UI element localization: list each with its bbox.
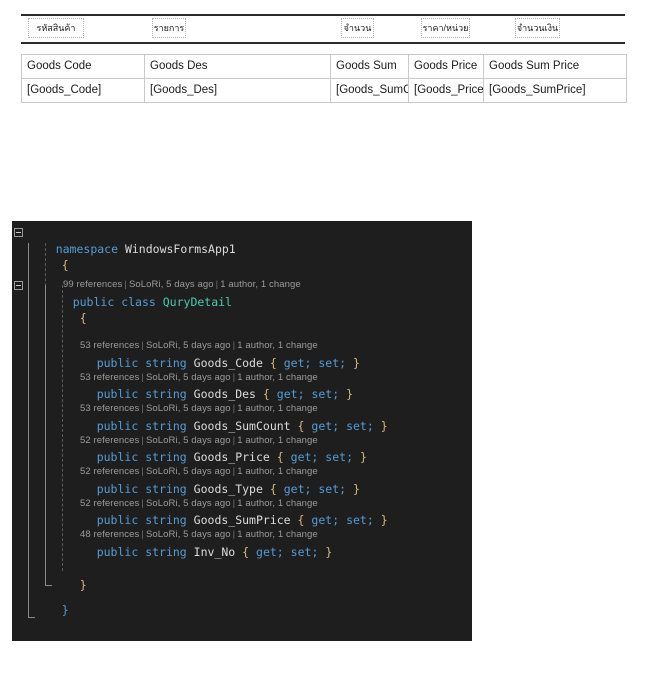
code-token-property-name: Inv_No [193,544,236,559]
code-token-namespace-close-brace: } [61,602,69,617]
table-cell-goods-price[interactable]: [Goods_Price] [408,78,484,103]
code-line-property-goods-sumprice[interactable]: public string Goods_SumPrice { get; set;… [12,496,472,527]
code-line-property-goods-code[interactable]: public string Goods_Code { get; set; } [12,338,472,370]
report-header-band: รหัสสินค้า รายการ จำนวน ราคา/หน่วย จำนวน… [21,14,625,44]
report-field-goods-code[interactable]: รหัสสินค้า [28,18,84,38]
codelens-property-goods-price[interactable]: 52 references | SoLoRi, 5 days ago | 1 autho… [12,418,472,446]
code-token-set: set; [290,544,319,559]
code-line-property-goods-des[interactable]: public string Goods_Des { get; set; } [12,370,472,401]
code-line-namespace-open[interactable]: { [12,241,472,272]
code-token-get: get; [256,544,284,559]
code-token-type: string [145,544,187,559]
table-cell-goods-sum[interactable]: [Goods_SumCount] [330,78,409,103]
fold-minus-icon-namespace[interactable] [14,228,23,237]
code-line-property-goods-sumcount[interactable]: public string Goods_SumCount { get; set;… [12,401,472,433]
table-header-goods-sum-price[interactable]: Goods Sum Price [483,54,627,79]
code-line-class-close[interactable]: } [12,561,472,592]
code-line-property-inv-no[interactable]: public string Inv_No { get; set; } [12,527,472,559]
report-field-description[interactable]: รายการ [152,18,186,38]
preview-data-table: Goods Code Goods Des Goods Sum Goods Pri… [21,54,627,103]
report-field-quantity[interactable]: จำนวน [341,18,374,38]
report-field-unit-price[interactable]: ราคา/หน่วย [421,18,470,38]
code-line-namespace[interactable]: namespace WindowsFormsApp1 [12,224,472,256]
table-row-fields: [Goods_Code] [Goods_Des] [Goods_SumCount… [21,78,627,103]
code-line-class-open[interactable]: { [12,294,472,325]
codelens-property-goods-des[interactable]: 53 references | SoLoRi, 5 days ago | 1 autho… [12,355,472,383]
code-token-accessor-close: } [325,544,333,559]
table-header-goods-sum[interactable]: Goods Sum [330,54,409,79]
report-field-amount[interactable]: จำนวนเงิน [515,18,560,38]
code-line-class-decl[interactable]: public class QuryDetail [12,277,472,309]
band-rule-top [21,14,625,16]
table-row-header: Goods Code Goods Des Goods Sum Goods Pri… [21,54,627,79]
code-line-property-goods-type[interactable]: public string Goods_Type { get; set; } [12,464,472,496]
table-cell-goods-code[interactable]: [Goods_Code] [21,78,145,103]
codelens-property-goods-sumcount[interactable]: 53 references | SoLoRi, 5 days ago | 1 autho… [12,386,472,414]
codelens-class[interactable]: 99 references | SoLoRi, 5 days ago | 1 autho… [12,262,472,290]
code-token-modifier: public [96,544,139,559]
code-editor-panel[interactable]: namespace WindowsFormsApp1 { 99 referenc… [12,221,472,641]
codelens-property-goods-type[interactable]: 52 references | SoLoRi, 5 days ago | 1 autho… [12,449,472,477]
table-cell-goods-sum-price[interactable]: [Goods_SumPrice] [483,78,627,103]
fold-minus-icon-class[interactable] [14,281,23,290]
codelens-property-inv-no[interactable]: 48 references | SoLoRi, 5 days ago | 1 autho… [12,512,472,540]
table-header-goods-des[interactable]: Goods Des [144,54,331,79]
band-rule-bottom [21,42,625,44]
code-line-namespace-close[interactable]: } [12,585,472,617]
table-cell-goods-des[interactable]: [Goods_Des] [144,78,331,103]
code-line-property-goods-price[interactable]: public string Goods_Price { get; set; } [12,433,472,464]
table-header-goods-price[interactable]: Goods Price [408,54,484,79]
table-header-goods-code[interactable]: Goods Code [21,54,145,79]
codelens-property-goods-sumprice[interactable]: 52 references | SoLoRi, 5 days ago | 1 autho… [12,481,472,509]
codelens-property-goods-code[interactable]: 53 references | SoLoRi, 5 days ago | 1 autho… [12,323,472,351]
